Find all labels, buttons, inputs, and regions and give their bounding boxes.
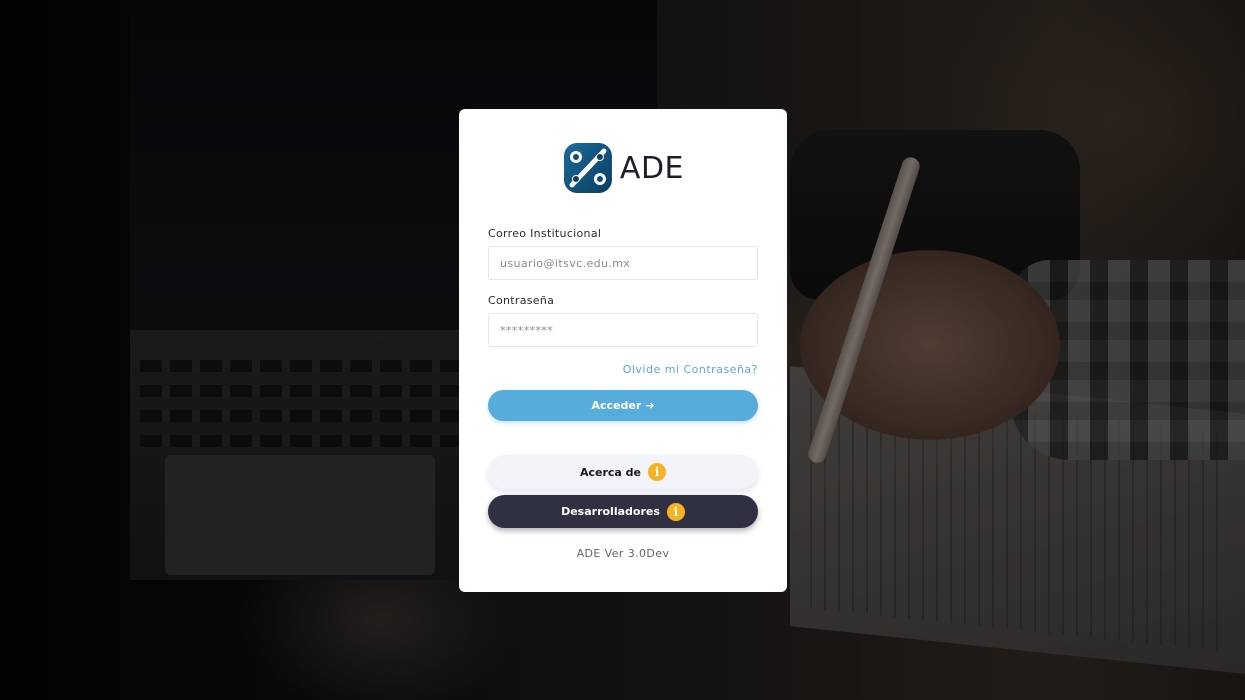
forgot-password-link[interactable]: Olvide mi Contraseña?	[623, 363, 758, 376]
email-field[interactable]	[488, 246, 758, 280]
about-button-label: Acerca de	[579, 465, 642, 479]
email-label: Correo Institucional	[488, 227, 602, 240]
password-field[interactable]	[488, 313, 758, 347]
info-icon: i	[648, 463, 667, 481]
info-icon: i	[666, 502, 685, 521]
login-button-label: Acceder	[591, 399, 642, 412]
login-button[interactable]: Acceder ➔	[488, 390, 758, 421]
password-label: Contraseña	[488, 294, 555, 307]
arrow-right-icon: ➔	[645, 399, 655, 412]
version-text: ADE Ver 3.0Dev	[576, 547, 670, 560]
developers-button[interactable]: Desarrolladores i	[488, 495, 758, 528]
login-card: ADE Correo Institucional Contraseña Olvi…	[459, 109, 787, 592]
about-button[interactable]: Acerca de i	[488, 455, 758, 489]
ade-logo-icon	[563, 143, 612, 193]
developers-button-label: Desarrolladores	[561, 505, 660, 518]
brand-logo: ADE	[562, 140, 684, 196]
brand-name: ADE	[619, 150, 684, 186]
